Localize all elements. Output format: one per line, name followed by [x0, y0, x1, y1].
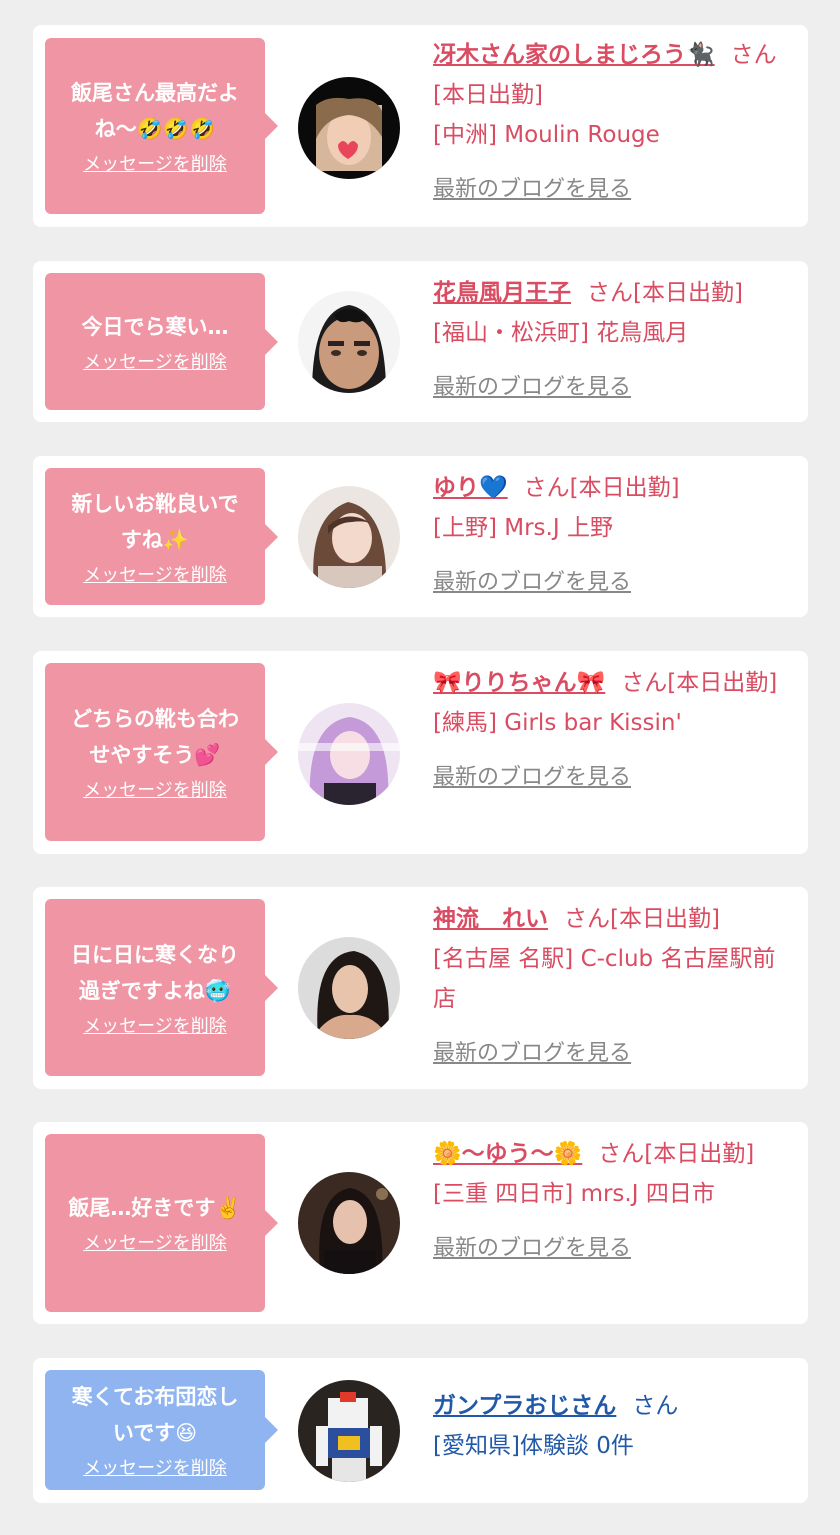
message-card: 寒くてお布団恋し いです😆 メッセージを削除 ガンプラおじさん さん [愛知県]体…	[33, 1358, 808, 1503]
message-bubble: 今日でら寒い… メッセージを削除	[45, 273, 278, 410]
latest-blog-link[interactable]: 最新のブログを見る	[433, 375, 631, 400]
delete-message-link[interactable]: メッセージを削除	[83, 153, 227, 177]
message-text: 飯尾さん最高だよ ね〜🤣🤣🤣	[71, 81, 239, 141]
message-text: 日に日に寒くなり 過ぎですよね🥶	[71, 942, 239, 1003]
delete-message-link[interactable]: メッセージを削除	[83, 1232, 227, 1256]
cast-info: 🌼〜ゆう〜🌼 さん[本日出勤] [三重 四日市] mrs.J 四日市 最新のブログ…	[433, 1134, 792, 1269]
message-bubble: 飯尾…好きです✌️ メッセージを削除	[45, 1134, 278, 1312]
cast-info: ゆり💙 さん[本日出勤] [上野] Mrs.J 上野 最新のブログを見る	[433, 468, 792, 603]
message-bubble: どちらの靴も合わ せやすそう💕 メッセージを削除	[45, 663, 278, 841]
message-bubble: 寒くてお布団恋し いです😆 メッセージを削除	[45, 1370, 278, 1490]
message-text: 新しいお靴良いで すね✨	[71, 491, 239, 552]
message-card: 日に日に寒くなり 過ぎですよね🥶 メッセージを削除 神流 れい さん[本日出勤] …	[33, 887, 808, 1089]
avatar[interactable]	[298, 1380, 400, 1482]
delete-message-link[interactable]: メッセージを削除	[83, 564, 227, 588]
cast-info: ガンプラおじさん さん [愛知県]体験談 0件	[433, 1386, 792, 1466]
delete-message-link[interactable]: メッセージを削除	[83, 779, 227, 803]
cast-name-link[interactable]: 🌼〜ゆう〜🌼	[433, 1141, 582, 1167]
message-text: 飯尾…好きです✌️	[68, 1196, 242, 1220]
shop-name: [上野] Mrs.J 上野	[433, 515, 613, 541]
cast-status: さん[本日出勤]	[621, 670, 778, 696]
message-card: 飯尾さん最高だよ ね〜🤣🤣🤣 メッセージを削除 冴木さん家のしまじろう🐈‍⬛ さん…	[33, 25, 808, 227]
message-card: 今日でら寒い… メッセージを削除 花鳥風月王子 さん[本日出勤] [福山・松浜町]…	[33, 261, 808, 422]
avatar[interactable]	[298, 1172, 400, 1274]
latest-blog-link[interactable]: 最新のブログを見る	[433, 765, 631, 790]
cast-info: 花鳥風月王子 さん[本日出勤] [福山・松浜町] 花鳥風月 最新のブログを見る	[433, 273, 792, 408]
latest-blog-link[interactable]: 最新のブログを見る	[433, 177, 631, 202]
message-bubble: 日に日に寒くなり 過ぎですよね🥶 メッセージを削除	[45, 899, 278, 1076]
delete-message-link[interactable]: メッセージを削除	[83, 351, 227, 375]
message-list: 飯尾さん最高だよ ね〜🤣🤣🤣 メッセージを削除 冴木さん家のしまじろう🐈‍⬛ さん…	[0, 0, 840, 1535]
latest-blog-link[interactable]: 最新のブログを見る	[433, 1236, 631, 1261]
avatar[interactable]	[298, 77, 400, 179]
message-text: どちらの靴も合わ せやすそう💕	[71, 707, 239, 767]
cast-name-link[interactable]: 神流 れい	[433, 906, 548, 932]
shop-name: [福山・松浜町] 花鳥風月	[433, 320, 689, 346]
shop-name: [中洲] Moulin Rouge	[433, 122, 660, 148]
message-card: 新しいお靴良いで すね✨ メッセージを削除 ゆり💙 さん[本日出勤] [上野] M…	[33, 456, 808, 617]
cast-name-link[interactable]: 花鳥風月王子	[433, 280, 571, 306]
cast-status: さん[本日出勤]	[587, 280, 743, 306]
cast-name-link[interactable]: ゆり💙	[433, 475, 508, 501]
avatar[interactable]	[298, 486, 400, 588]
delete-message-link[interactable]: メッセージを削除	[83, 1457, 227, 1481]
cast-info: 冴木さん家のしまじろう🐈‍⬛ さん[本日出勤] [中洲] Moulin Rouge…	[433, 35, 792, 210]
cast-name-link[interactable]: ガンプラおじさん	[433, 1393, 616, 1419]
shop-name: [練馬] Girls bar Kissin'	[433, 710, 682, 736]
shop-name: [愛知県]体験談 0件	[433, 1433, 634, 1459]
cast-name-link[interactable]: 🎀りりちゃん🎀	[433, 670, 605, 696]
cast-status: さん[本日出勤]	[523, 475, 680, 501]
avatar[interactable]	[298, 291, 400, 393]
latest-blog-link[interactable]: 最新のブログを見る	[433, 1041, 631, 1066]
latest-blog-link[interactable]: 最新のブログを見る	[433, 570, 631, 595]
cast-info: 神流 れい さん[本日出勤] [名古屋 名駅] C-club 名古屋駅前店 最新の…	[433, 899, 792, 1074]
message-card: どちらの靴も合わ せやすそう💕 メッセージを削除 🎀りりちゃん🎀 さん[本日出勤]…	[33, 651, 808, 854]
shop-name: [三重 四日市] mrs.J 四日市	[433, 1181, 715, 1207]
message-card: 飯尾…好きです✌️ メッセージを削除 🌼〜ゆう〜🌼 さん[本日出勤] [三重 四日…	[33, 1122, 808, 1324]
delete-message-link[interactable]: メッセージを削除	[83, 1015, 227, 1039]
cast-status: さん	[632, 1393, 679, 1419]
avatar[interactable]	[298, 703, 400, 805]
cast-info: 🎀りりちゃん🎀 さん[本日出勤] [練馬] Girls bar Kissin' 最…	[433, 663, 792, 798]
message-text: 今日でら寒い…	[81, 314, 229, 339]
avatar[interactable]	[298, 937, 400, 1039]
cast-name-link[interactable]: 冴木さん家のしまじろう🐈‍⬛	[433, 42, 715, 68]
cast-status: さん[本日出勤]	[564, 906, 720, 932]
message-bubble: 飯尾さん最高だよ ね〜🤣🤣🤣 メッセージを削除	[45, 38, 278, 214]
shop-name: [名古屋 名駅] C-club 名古屋駅前店	[433, 946, 776, 1012]
cast-status: さん[本日出勤]	[598, 1141, 755, 1167]
message-bubble: 新しいお靴良いで すね✨ メッセージを削除	[45, 468, 278, 605]
message-text: 寒くてお布団恋し いです😆	[71, 1385, 239, 1445]
